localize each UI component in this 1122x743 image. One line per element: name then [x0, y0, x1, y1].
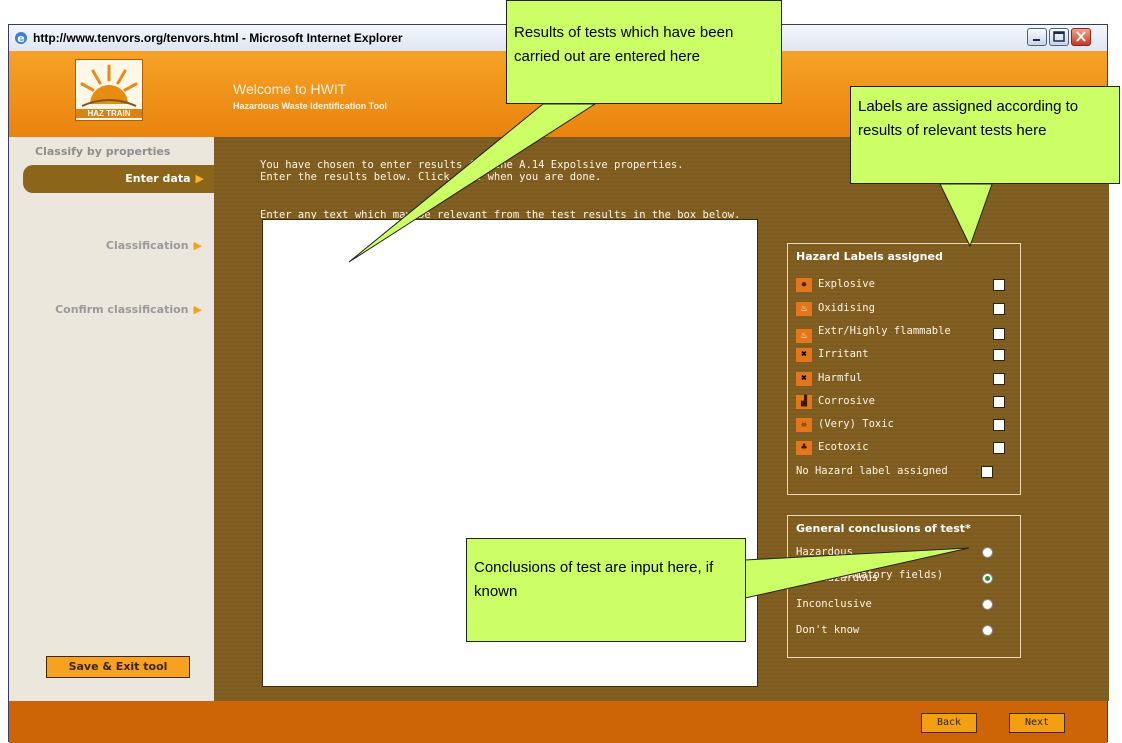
- labels-callout: Labels are assigned according to results…: [850, 86, 1120, 184]
- conclusions-callout: Conclusions of test are input here, if k…: [466, 538, 746, 642]
- conclusions-callout-pointer: [744, 547, 970, 599]
- results-callout-pointer: [348, 103, 597, 263]
- results-callout: Results of tests which have been carried…: [506, 0, 782, 104]
- labels-callout-pointer: [939, 183, 993, 248]
